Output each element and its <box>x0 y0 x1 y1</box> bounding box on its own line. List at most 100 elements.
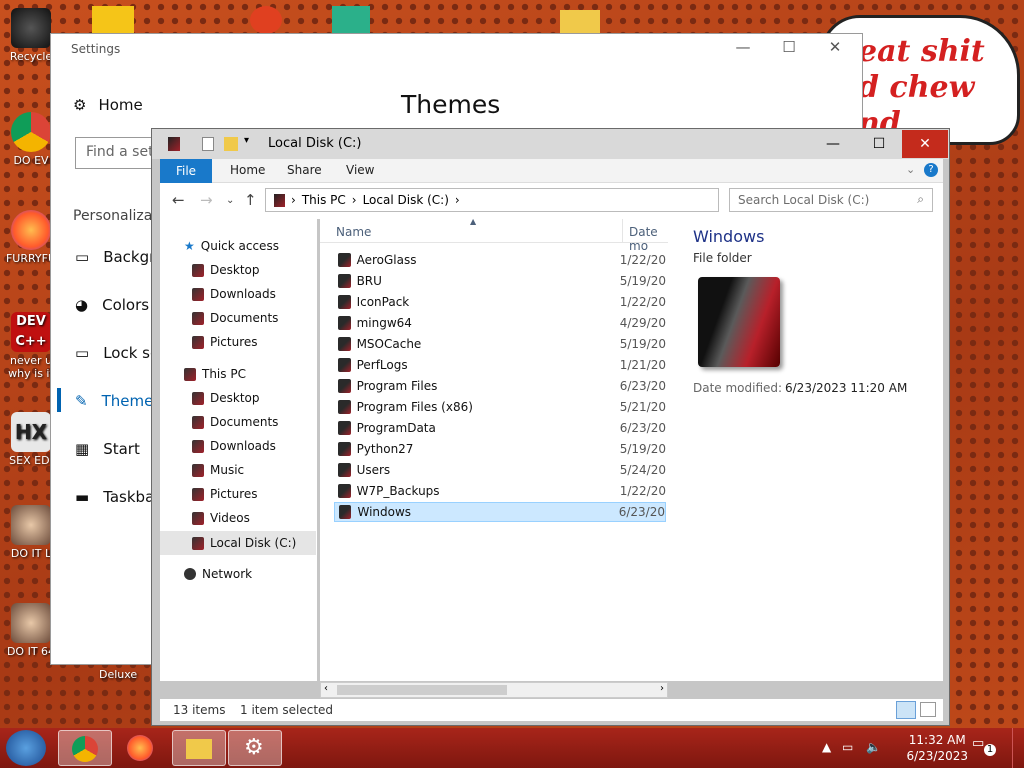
file-date: 6/23/20 <box>619 421 666 435</box>
folder-icon <box>192 463 204 477</box>
nav-this-pc[interactable]: This PC <box>184 367 334 381</box>
list-item[interactable]: PerfLogs 1/21/20 <box>334 355 666 375</box>
column-date[interactable]: Date mo <box>629 225 668 253</box>
minimize-button[interactable]: — <box>810 130 856 158</box>
chevron-right-icon: › <box>291 193 296 207</box>
notification-icon: ▭ <box>972 736 985 751</box>
list-item[interactable]: ProgramData 6/23/20 <box>334 418 666 438</box>
show-desktop-button[interactable] <box>1012 728 1024 768</box>
file-date: 5/21/20 <box>619 400 666 414</box>
list-item[interactable]: Users 5/24/20 <box>334 460 666 480</box>
file-date: 6/23/20 <box>618 505 665 519</box>
tab-file[interactable]: File <box>160 159 212 183</box>
list-item[interactable]: Python27 5/19/20 <box>334 439 666 459</box>
folder-icon[interactable] <box>560 10 600 34</box>
list-item[interactable]: IconPack 1/22/20 <box>334 292 666 312</box>
nav-network[interactable]: Network <box>184 567 334 581</box>
taskbar-firefox[interactable] <box>114 730 168 766</box>
nav-label: Pictures <box>210 487 258 501</box>
folder-icon <box>192 287 204 301</box>
notification-count: 1 <box>984 744 996 756</box>
maximize-button[interactable]: ☐ <box>769 38 809 56</box>
maximize-button[interactable]: ☐ <box>856 130 902 158</box>
app-icon[interactable] <box>250 6 282 34</box>
list-item[interactable]: mingw64 4/29/20 <box>334 313 666 333</box>
notification-button[interactable]: ▭ 1 <box>972 736 996 758</box>
file-name: Program Files <box>356 379 438 393</box>
column-headers: Name ▲ Date mo <box>320 217 668 253</box>
search-input[interactable]: Search Local Disk (C:) ⌕ <box>729 188 933 212</box>
breadcrumb-local-disk[interactable]: Local Disk (C:) <box>363 193 449 207</box>
list-item[interactable]: Program Files (x86) 5/21/20 <box>334 397 666 417</box>
list-item[interactable]: W7P_Backups 1/22/20 <box>334 481 666 501</box>
close-button[interactable]: ✕ <box>902 130 948 158</box>
scroll-thumb[interactable] <box>337 685 507 695</box>
settings-title: Settings <box>71 42 121 56</box>
app-icon[interactable] <box>92 6 134 34</box>
show-hidden-icons[interactable]: ▲ <box>822 740 831 754</box>
folder-icon <box>186 739 212 759</box>
chevron-right-icon: › <box>351 193 357 207</box>
taskbar-chrome[interactable] <box>58 730 112 766</box>
nav-pc-local-disk[interactable]: Local Disk (C:) <box>160 531 316 555</box>
folder-icon <box>192 263 204 277</box>
tab-view[interactable]: View <box>346 163 374 177</box>
nav-label: Start <box>103 440 140 458</box>
gear-icon: ⚙ <box>73 96 87 114</box>
details-view-icon[interactable] <box>896 701 916 719</box>
folder-icon <box>338 379 351 393</box>
list-item[interactable]: Program Files 6/23/20 <box>334 376 666 396</box>
back-icon[interactable]: ← <box>172 191 185 209</box>
file-name: Program Files (x86) <box>356 400 473 414</box>
nav-label: Music <box>210 463 245 477</box>
close-button[interactable]: ✕ <box>815 38 855 56</box>
nav-themes[interactable]: ✎ Theme <box>75 392 153 410</box>
nav-taskbar[interactable]: ▬ Taskba <box>75 488 154 506</box>
app-icon[interactable] <box>332 6 370 34</box>
list-item[interactable]: MSOCache 5/19/20 <box>334 334 666 354</box>
scroll-right-icon[interactable]: › <box>660 683 664 694</box>
horizontal-scrollbar[interactable]: ‹ › <box>320 682 668 698</box>
up-icon[interactable]: ↑ <box>244 191 257 209</box>
nav-quick-access[interactable]: ★ Quick access <box>184 239 334 253</box>
nav-label: Desktop <box>210 263 260 277</box>
settings-home[interactable]: ⚙ Home <box>73 96 143 114</box>
recent-icon[interactable]: ⌄ <box>226 195 234 206</box>
volume-icon[interactable]: 🔈 <box>866 740 881 754</box>
search-icon: ⌕ <box>917 192 924 206</box>
tiles-view-icon[interactable] <box>920 702 936 717</box>
help-icon[interactable]: ? <box>924 163 938 177</box>
scroll-left-icon[interactable]: ‹ <box>324 683 328 694</box>
taskbar-settings[interactable]: ⚙ <box>228 730 282 766</box>
column-divider[interactable] <box>622 219 623 243</box>
column-name[interactable]: Name <box>336 225 371 239</box>
clock[interactable]: 11:32 AM 6/23/2023 <box>906 732 968 764</box>
search-placeholder: Search Local Disk (C:) <box>738 193 870 207</box>
folder-icon <box>338 421 351 435</box>
new-folder-icon[interactable] <box>224 137 238 151</box>
expand-ribbon-icon[interactable]: ⌄ <box>906 163 915 176</box>
minimize-button[interactable]: — <box>723 38 763 56</box>
properties-icon[interactable] <box>202 137 214 151</box>
firefox-icon <box>11 210 51 250</box>
list-item[interactable]: Windows 6/23/20 <box>334 502 666 522</box>
folder-icon <box>338 400 351 414</box>
nav-lock-screen[interactable]: ▭ Lock sc <box>75 344 158 362</box>
chevron-down-icon[interactable]: ▾ <box>244 135 249 146</box>
forward-icon[interactable]: → <box>200 191 213 209</box>
address-bar-row: ← → ⌄ ↑ › This PC › Local Disk (C:) › Se… <box>160 183 943 219</box>
network-icon[interactable]: ▭ <box>842 740 853 754</box>
list-item[interactable]: BRU 5/19/20 <box>334 271 666 291</box>
palette-icon: ◕ <box>75 296 89 314</box>
nav-colors[interactable]: ◕ Colors <box>75 296 149 314</box>
breadcrumb[interactable]: › This PC › Local Disk (C:) › <box>265 188 719 212</box>
breadcrumb-this-pc[interactable]: This PC <box>302 193 346 207</box>
tab-home[interactable]: Home <box>230 163 265 177</box>
taskbar-explorer[interactable] <box>172 730 226 766</box>
list-item[interactable]: AeroGlass 1/22/20 <box>334 250 666 270</box>
brush-icon: ✎ <box>75 392 88 410</box>
tab-share[interactable]: Share <box>287 163 322 177</box>
folder-icon <box>192 415 204 429</box>
nav-start[interactable]: ▦ Start <box>75 440 140 458</box>
start-button[interactable] <box>6 730 46 766</box>
